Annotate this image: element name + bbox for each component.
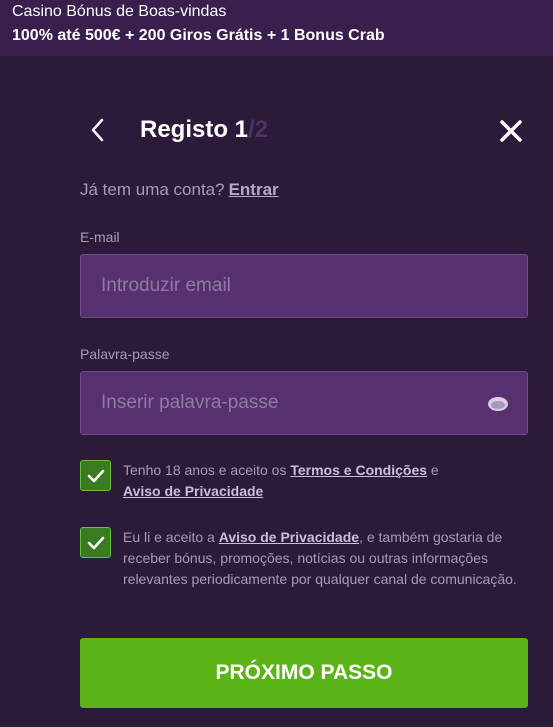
age-terms-consent: Tenho 18 anos e aceito os Termos e Condi…: [80, 460, 528, 502]
marketing-checkbox[interactable]: [80, 527, 111, 558]
privacy-link-age[interactable]: Aviso de Privacidade: [123, 483, 263, 499]
login-link[interactable]: Entrar: [229, 179, 279, 201]
email-placeholder: Introduzir email: [101, 275, 231, 296]
age-terms-checkbox[interactable]: [80, 460, 111, 491]
marketing-prefix: Eu li e aceito a: [123, 529, 215, 545]
show-password-button[interactable]: [487, 393, 509, 415]
password-label: Palavra-passe: [80, 346, 170, 362]
eye-icon: [488, 397, 508, 411]
title-step-total: /2: [248, 116, 269, 143]
next-step-button[interactable]: PRÓXIMO PASSO: [80, 638, 528, 708]
age-terms-text: Tenho 18 anos e aceito os Termos e Condi…: [123, 460, 439, 502]
back-button[interactable]: [86, 116, 108, 144]
chevron-left-icon: [91, 118, 104, 142]
privacy-link-marketing[interactable]: Aviso de Privacidade: [219, 529, 359, 545]
login-prompt: Já tem uma conta? Entrar: [80, 179, 279, 201]
title-step: Registo 1: [140, 116, 249, 143]
registration-modal: Registo 1 /2 Já tem uma conta? Entrar E-…: [0, 56, 553, 727]
age-terms-and: e: [430, 462, 439, 478]
checkmark-icon: [87, 469, 104, 482]
close-button[interactable]: [498, 118, 524, 144]
password-field[interactable]: Inserir palavra-passe: [80, 371, 528, 435]
email-field[interactable]: Introduzir email: [80, 254, 528, 318]
email-label: E-mail: [80, 229, 120, 245]
promo-subtitle: 100% até 500€ + 200 Giros Grátis + 1 Bon…: [12, 27, 385, 44]
close-icon: [500, 120, 522, 142]
password-placeholder: Inserir palavra-passe: [101, 392, 279, 413]
login-question: Já tem uma conta?: [80, 180, 225, 199]
promo-title: Casino Bónus de Boas-vindas: [12, 3, 227, 20]
checkmark-icon: [87, 536, 104, 549]
page-title: Registo 1 /2: [140, 114, 268, 146]
terms-link[interactable]: Termos e Condições: [290, 462, 427, 478]
marketing-consent: Eu li e aceito a Aviso de Privacidade, e…: [80, 527, 528, 590]
age-terms-prefix: Tenho 18 anos e aceito os: [123, 462, 287, 478]
promo-banner[interactable]: Casino Bónus de Boas-vindas 100% até 500…: [0, 0, 553, 56]
marketing-text: Eu li e aceito a Aviso de Privacidade, e…: [123, 527, 528, 590]
